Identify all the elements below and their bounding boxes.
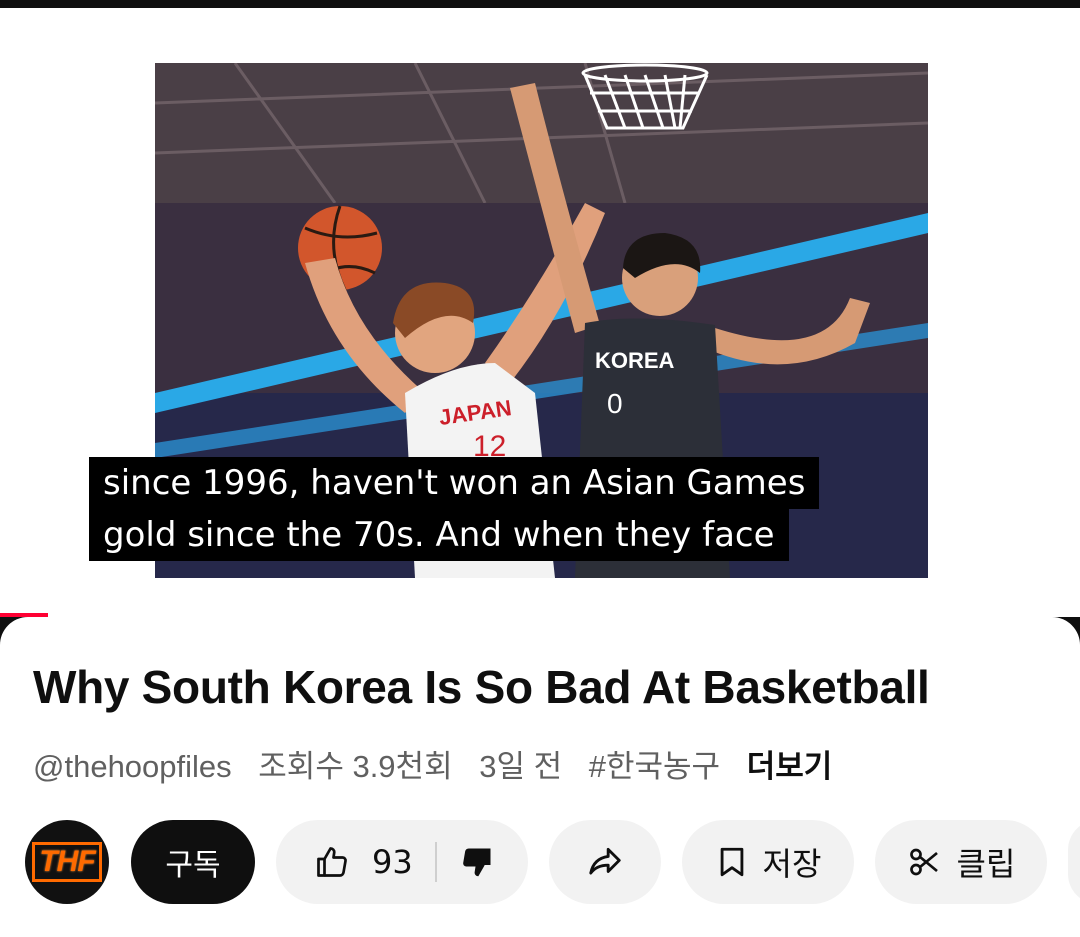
more-actions-button[interactable] xyxy=(1068,820,1080,904)
channel-handle[interactable]: @thehoopfiles xyxy=(33,749,232,784)
subscribe-button[interactable]: 구독 xyxy=(131,820,255,904)
like-dislike-group: 93 xyxy=(276,820,528,904)
share-button[interactable] xyxy=(549,820,661,904)
hashtag-link[interactable]: #한국농구 xyxy=(589,749,720,784)
like-divider xyxy=(434,842,437,882)
thumbs-up-icon[interactable] xyxy=(314,844,350,880)
more-button[interactable]: 더보기 xyxy=(747,749,833,784)
video-meta-row[interactable]: @thehoopfiles 조회수 3.9천회 3일 전 #한국농구 더보기 xyxy=(33,741,850,786)
caption-line-2: gold since the 70s. And when they face xyxy=(89,509,789,561)
avatar-logo-text: THF xyxy=(32,842,102,882)
clip-label: 클립 xyxy=(956,845,1016,883)
share-arrow-icon xyxy=(586,843,624,881)
action-bar: THF 구독 93 저장 클립 xyxy=(0,818,1080,904)
upload-age: 3일 전 xyxy=(479,749,563,784)
channel-avatar[interactable]: THF xyxy=(25,820,109,904)
caption-line-1: since 1996, haven't won an Asian Games xyxy=(89,457,820,509)
bookmark-icon xyxy=(715,843,749,881)
like-count[interactable]: 93 xyxy=(372,843,413,881)
clip-button[interactable]: 클립 xyxy=(875,820,1047,904)
video-title[interactable]: Why South Korea Is So Bad At Basketball xyxy=(33,660,930,714)
save-button[interactable]: 저장 xyxy=(682,820,854,904)
jersey-number-right: 0 xyxy=(607,388,623,419)
jersey-text-right: KOREA xyxy=(595,348,675,373)
thumbs-down-icon[interactable] xyxy=(459,844,495,880)
save-label: 저장 xyxy=(762,845,822,883)
view-count: 조회수 3.9천회 xyxy=(258,749,453,784)
status-bar xyxy=(0,0,1080,8)
scissors-icon xyxy=(907,844,943,880)
